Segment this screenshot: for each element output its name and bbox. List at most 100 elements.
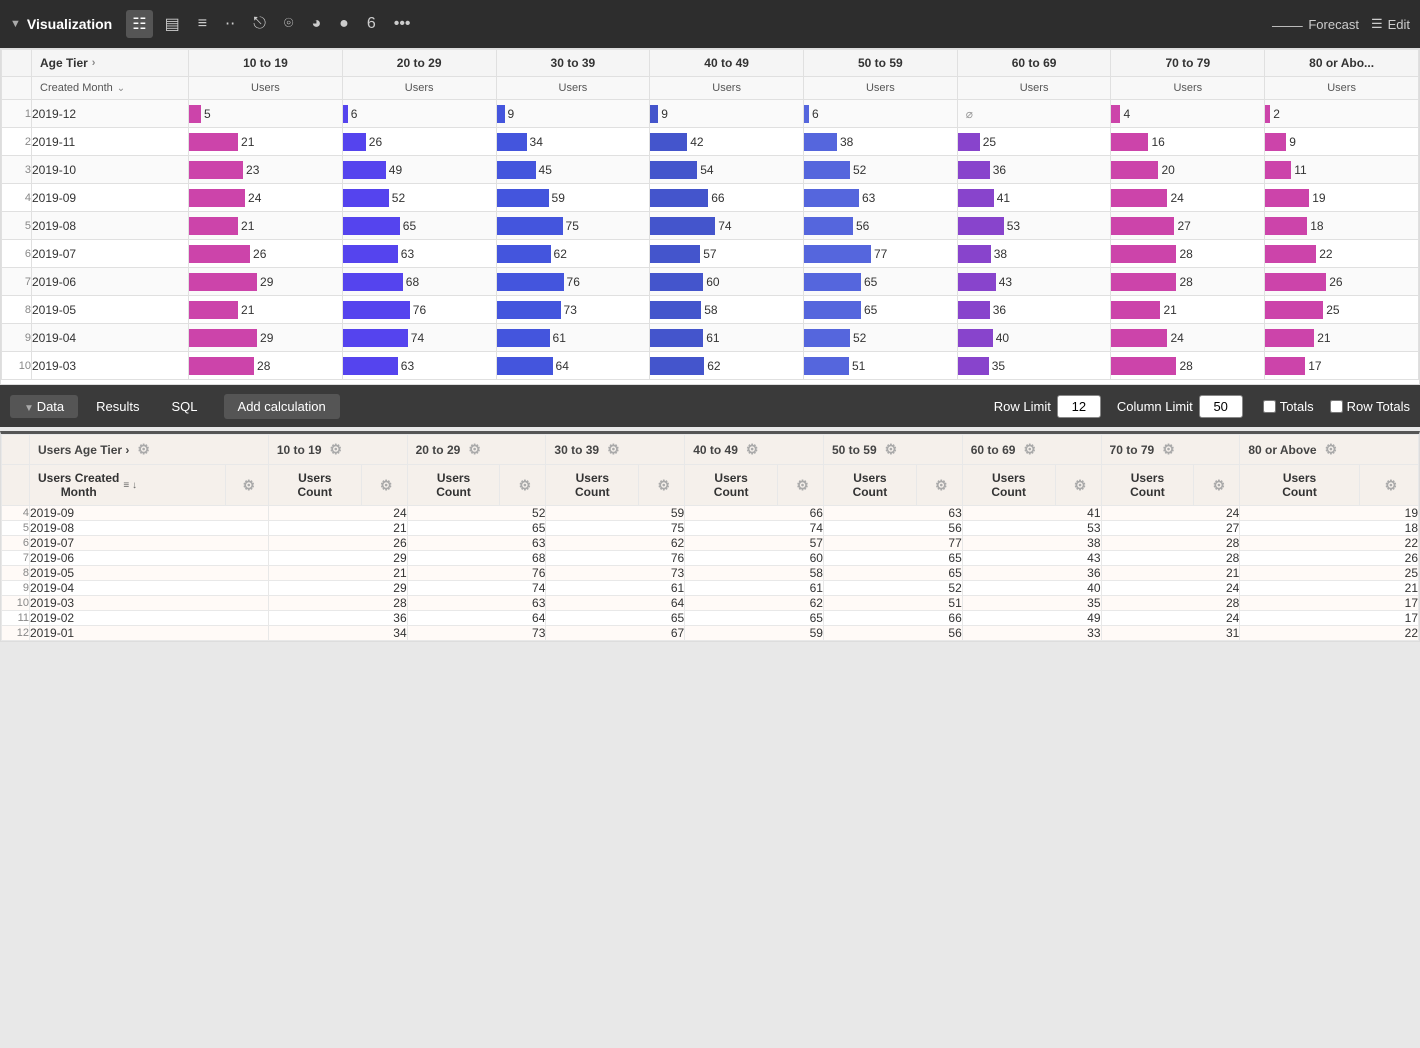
- pie-button[interactable]: ◕: [305, 11, 327, 37]
- row-limit-input[interactable]: [1057, 395, 1101, 418]
- viz-header-row-2: Created Month ⌄ Users Users Users Users …: [2, 77, 1419, 100]
- sql-tab-label: SQL: [172, 399, 198, 414]
- results-tab[interactable]: Results: [82, 395, 153, 418]
- age-tier-header[interactable]: Age Tier ›: [32, 50, 189, 77]
- row-totals-checkbox-label[interactable]: Row Totals: [1330, 399, 1410, 414]
- row-totals-checkbox[interactable]: [1330, 400, 1343, 413]
- res-uc-30-gear-icon[interactable]: ⚙: [657, 477, 670, 493]
- value-cell: 41: [957, 184, 1111, 212]
- res-users-count-10: UsersCount: [268, 465, 361, 506]
- res-uc-60-gear-icon[interactable]: ⚙: [1074, 477, 1087, 493]
- row-totals-label: Row Totals: [1347, 399, 1410, 414]
- res-uc-40-gear-icon[interactable]: ⚙: [796, 477, 809, 493]
- res-value-cell: 65: [546, 611, 685, 626]
- res-50-gear-icon[interactable]: ⚙: [885, 441, 898, 458]
- res-users-count-20: UsersCount: [407, 465, 500, 506]
- date-cell: 2019-11: [32, 128, 189, 156]
- row-limit-label: Row Limit: [994, 399, 1051, 414]
- res-created-month-header[interactable]: Users CreatedMonth ≡ ↓: [30, 465, 226, 506]
- res-col-40-49-header: 40 to 49 ⚙: [685, 435, 824, 465]
- res-users-count-20-gear[interactable]: ⚙: [500, 465, 546, 506]
- data-tab[interactable]: ▼ Data: [10, 395, 78, 418]
- value-cell: 21: [189, 212, 343, 240]
- viz-chevron[interactable]: ▼: [10, 18, 21, 30]
- res-created-month-gear-icon[interactable]: ⚙: [243, 477, 256, 493]
- date-cell: 2019-12: [32, 100, 189, 128]
- users-sub-80: Users: [1265, 77, 1419, 100]
- res-60-gear-icon[interactable]: ⚙: [1023, 441, 1036, 458]
- res-age-tier-header[interactable]: Users Age Tier › ⚙: [30, 435, 269, 465]
- res-users-count-60: UsersCount: [962, 465, 1055, 506]
- res-30-gear-icon[interactable]: ⚙: [607, 441, 620, 458]
- res-users-count-50-gear[interactable]: ⚙: [916, 465, 962, 506]
- value-cell: 52: [803, 324, 957, 352]
- line-button[interactable]: ⎋: [247, 11, 272, 37]
- res-col-20-29-header: 20 to 29 ⚙: [407, 435, 546, 465]
- value-cell: 9: [650, 100, 804, 128]
- res-20-gear-icon[interactable]: ⚙: [468, 441, 481, 458]
- res-uc-70-gear-icon[interactable]: ⚙: [1213, 477, 1226, 493]
- date-cell: 2019-09: [32, 184, 189, 212]
- map-button[interactable]: ●: [333, 11, 355, 37]
- table-view-button[interactable]: ☷: [126, 10, 152, 38]
- res-created-month-gear[interactable]: ⚙: [225, 465, 268, 506]
- col-limit-input[interactable]: [1199, 395, 1243, 418]
- more-button[interactable]: •••: [388, 11, 417, 37]
- value-cell: 25: [957, 128, 1111, 156]
- value-cell: 54: [650, 156, 804, 184]
- value-cell: 28: [1111, 352, 1265, 380]
- res-value-cell: 43: [962, 551, 1101, 566]
- res-value-cell: 33: [962, 626, 1101, 641]
- created-month-header[interactable]: Created Month ⌄: [32, 77, 189, 100]
- value-cell: ⌀: [957, 100, 1111, 128]
- res-value-cell: 21: [268, 566, 407, 581]
- res-10-gear-icon[interactable]: ⚙: [330, 441, 343, 458]
- res-date-cell: 2019-09: [30, 506, 269, 521]
- sql-tab[interactable]: SQL: [158, 395, 212, 418]
- pivot-button[interactable]: ≡: [192, 11, 213, 37]
- res-70-gear-icon[interactable]: ⚙: [1162, 441, 1175, 458]
- res-uc-20-gear-icon[interactable]: ⚙: [519, 477, 532, 493]
- res-value-cell: 21: [268, 521, 407, 536]
- res-value-cell: 41: [962, 506, 1101, 521]
- value-cell: 38: [803, 128, 957, 156]
- data-panel: Users Age Tier › ⚙ 10 to 19 ⚙ 20 to 29: [0, 431, 1420, 642]
- totals-checkbox[interactable]: [1263, 400, 1276, 413]
- res-users-count-80-gear[interactable]: ⚙: [1359, 465, 1418, 506]
- res-users-count-40-gear[interactable]: ⚙: [778, 465, 824, 506]
- col-header-70-79: 70 to 79: [1111, 50, 1265, 77]
- res-row-number: 4: [2, 506, 30, 521]
- forecast-button[interactable]: ⸻ Forecast: [1271, 15, 1359, 34]
- res-users-count-40: UsersCount: [685, 465, 778, 506]
- res-80-gear-icon[interactable]: ⚙: [1325, 441, 1338, 458]
- res-value-cell: 74: [407, 581, 546, 596]
- bar-chart-button[interactable]: ▤: [159, 10, 186, 38]
- edit-button[interactable]: ☰ Edit: [1371, 16, 1410, 32]
- res-40-gear-icon[interactable]: ⚙: [746, 441, 759, 458]
- totals-checkbox-label[interactable]: Totals: [1263, 399, 1314, 414]
- res-uc-10-gear-icon[interactable]: ⚙: [380, 477, 393, 493]
- res-users-count-70-gear[interactable]: ⚙: [1194, 465, 1240, 506]
- value-cell: 56: [803, 212, 957, 240]
- res-uc-80-gear-icon[interactable]: ⚙: [1385, 477, 1398, 493]
- res-value-cell: 61: [685, 581, 824, 596]
- number-button[interactable]: 6: [361, 11, 382, 37]
- value-cell: 20: [1111, 156, 1265, 184]
- res-value-cell: 73: [546, 566, 685, 581]
- res-date-cell: 2019-07: [30, 536, 269, 551]
- table-row: 12019-12 5 6 9 9 6 ⌀ 4 2: [2, 100, 1419, 128]
- res-uc-50-gear-icon[interactable]: ⚙: [935, 477, 948, 493]
- scatter-button[interactable]: ⋅⋅: [219, 10, 241, 38]
- value-cell: 36: [957, 296, 1111, 324]
- add-calculation-button[interactable]: Add calculation: [224, 394, 340, 419]
- res-users-count-30-gear[interactable]: ⚙: [639, 465, 685, 506]
- res-users-count-10-gear[interactable]: ⚙: [361, 465, 407, 506]
- res-age-tier-label: Users Age Tier ›: [38, 443, 129, 457]
- res-users-count-60-gear[interactable]: ⚙: [1055, 465, 1101, 506]
- viz-title-text: Visualization: [27, 16, 112, 32]
- col-header-60-69: 60 to 69: [957, 50, 1111, 77]
- area-button[interactable]: ⌾: [278, 11, 300, 37]
- res-value-cell: 28: [1101, 536, 1240, 551]
- res-age-tier-gear-icon[interactable]: ⚙: [137, 441, 150, 458]
- results-tbody: 42019-09245259666341241952019-0821657574…: [2, 506, 1419, 641]
